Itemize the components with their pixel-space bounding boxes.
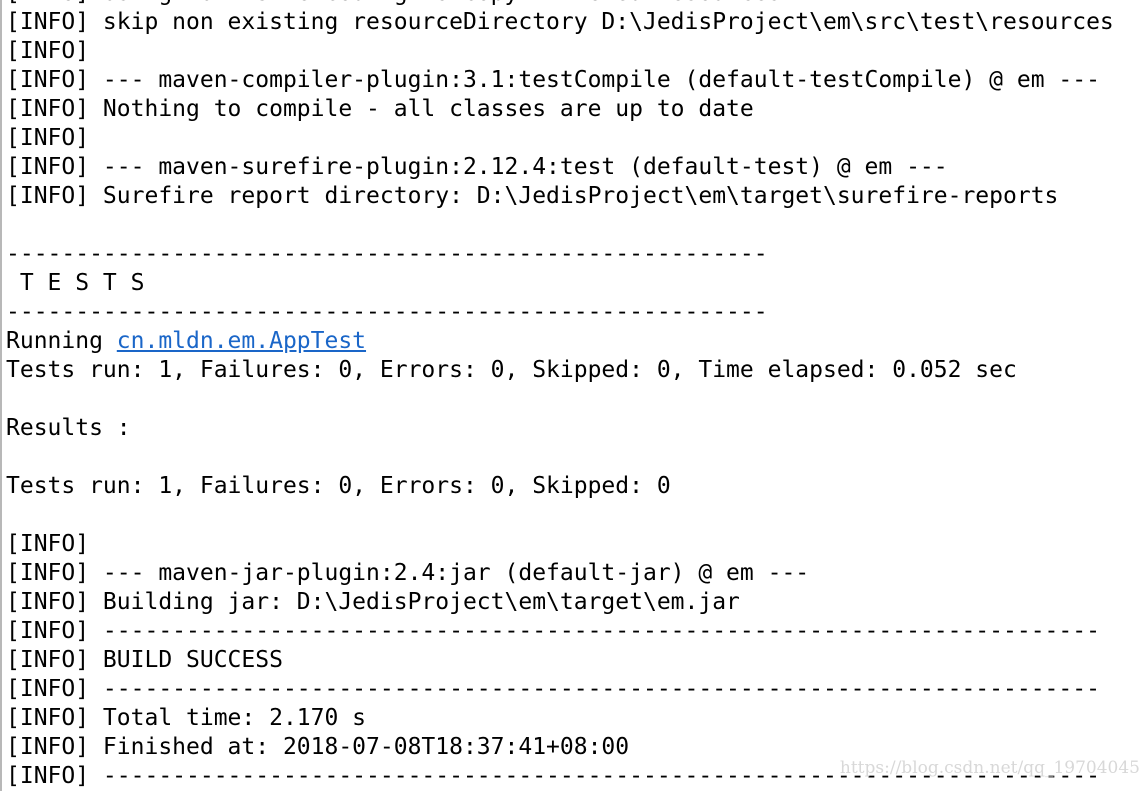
console-line: [INFO] ---------------------------------…	[6, 618, 1100, 644]
watermark: https://blog.csdn.net/qq_19704045	[839, 758, 1140, 778]
console-line: [INFO] --- maven-compiler-plugin:3.1:tes…	[6, 67, 1100, 93]
console-line: [INFO]	[6, 38, 90, 64]
console-line: [INFO] --- maven-jar-plugin:2.4:jar (def…	[6, 560, 810, 586]
console-line: [INFO] ---------------------------------…	[6, 676, 1100, 702]
console-line: Tests run: 1, Failures: 0, Errors: 0, Sk…	[6, 357, 1017, 383]
console-line: [INFO] Using 'UTF-8' encoding to copy fi…	[6, 0, 1114, 8]
test-class-link[interactable]: cn.mldn.em.AppTest	[117, 328, 366, 354]
console-line: [INFO]	[6, 531, 90, 557]
console-line: Results :	[6, 415, 131, 441]
console-line: Tests run: 1, Failures: 0, Errors: 0, Sk…	[6, 473, 671, 499]
console-line: [INFO] Building jar: D:\JedisProject\em\…	[6, 589, 740, 615]
total-time: [INFO] Total time: 2.170 s	[6, 705, 367, 731]
running-line: Running cn.mldn.em.AppTest	[6, 327, 1114, 356]
console-line: [INFO] Nothing to compile - all classes …	[6, 96, 754, 122]
tests-separator: ----------------------------------------…	[6, 241, 768, 267]
tests-separator: ----------------------------------------…	[6, 299, 768, 325]
console-line: [INFO] Surefire report directory: D:\Jed…	[6, 183, 1059, 209]
tests-heading: T E S T S	[6, 270, 145, 296]
build-status: [INFO] BUILD SUCCESS	[6, 647, 283, 673]
console-line: [INFO] --- maven-surefire-plugin:2.12.4:…	[6, 154, 948, 180]
console-left-border	[0, 0, 2, 791]
console-line: [INFO]	[6, 125, 90, 151]
console-output: [INFO] Using 'UTF-8' encoding to copy fi…	[6, 0, 1114, 791]
running-prefix: Running	[6, 328, 117, 354]
console-line: [INFO] skip non existing resourceDirecto…	[6, 9, 1114, 35]
